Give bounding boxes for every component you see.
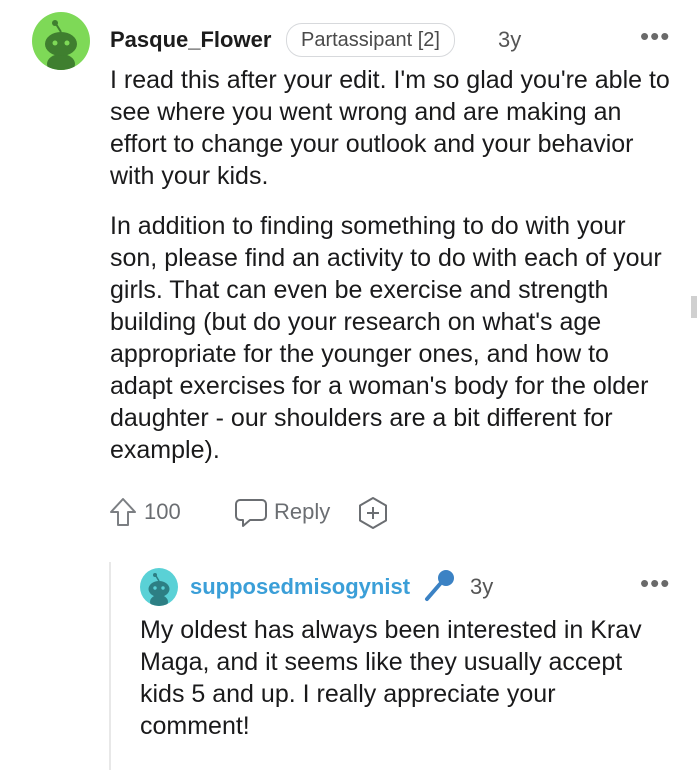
comment-body: I read this after your edit. I'm so glad… xyxy=(110,64,675,466)
award-button[interactable] xyxy=(356,496,390,535)
comment-age: 3y xyxy=(498,27,522,52)
comment-paragraph-1: I read this after your edit. I'm so glad… xyxy=(110,66,670,190)
reply-avatar[interactable] xyxy=(140,568,178,606)
snoo-avatar-icon xyxy=(45,20,77,70)
reply-age: 3y xyxy=(470,574,494,599)
avatar[interactable] xyxy=(32,12,90,70)
reply-author[interactable]: supposedmisogynist xyxy=(190,574,410,600)
reply-button[interactable]: Reply xyxy=(234,496,330,528)
user-flair: Partassipant [2] xyxy=(286,23,455,57)
upvote-button[interactable]: 100 xyxy=(108,496,181,528)
comment-author[interactable]: Pasque_Flower xyxy=(110,27,271,53)
reply-bubble-icon xyxy=(235,499,267,527)
thread-line[interactable] xyxy=(109,562,111,770)
scrollbar-thumb[interactable] xyxy=(691,296,697,318)
award-plus-icon xyxy=(359,497,387,529)
upvote-arrow-icon xyxy=(110,498,136,526)
upvote-count: 100 xyxy=(144,499,181,524)
reply-more-options-icon[interactable]: ••• xyxy=(640,570,670,596)
reply-body: My oldest has always been interested in … xyxy=(140,616,642,740)
more-options-icon[interactable]: ••• xyxy=(640,23,670,49)
comment-paragraph-2: In addition to finding something to do w… xyxy=(110,212,662,464)
reply-label: Reply xyxy=(274,499,331,524)
snoo-avatar-icon xyxy=(148,573,170,606)
microphone-icon xyxy=(423,567,457,608)
